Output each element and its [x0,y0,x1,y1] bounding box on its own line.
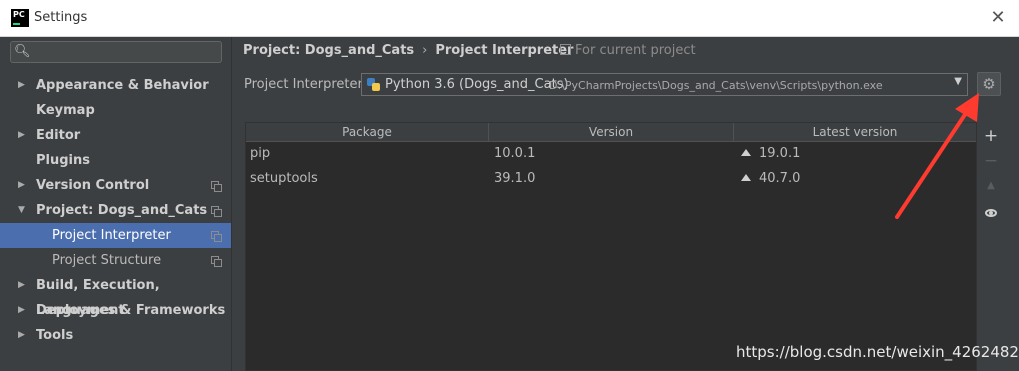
annotation-arrow-head [955,93,979,122]
annotation-arrow [895,93,979,219]
watermark: https://blog.csdn.net/weixin_42624824 [736,343,1019,361]
annotation-arrow-shaft [895,108,970,219]
